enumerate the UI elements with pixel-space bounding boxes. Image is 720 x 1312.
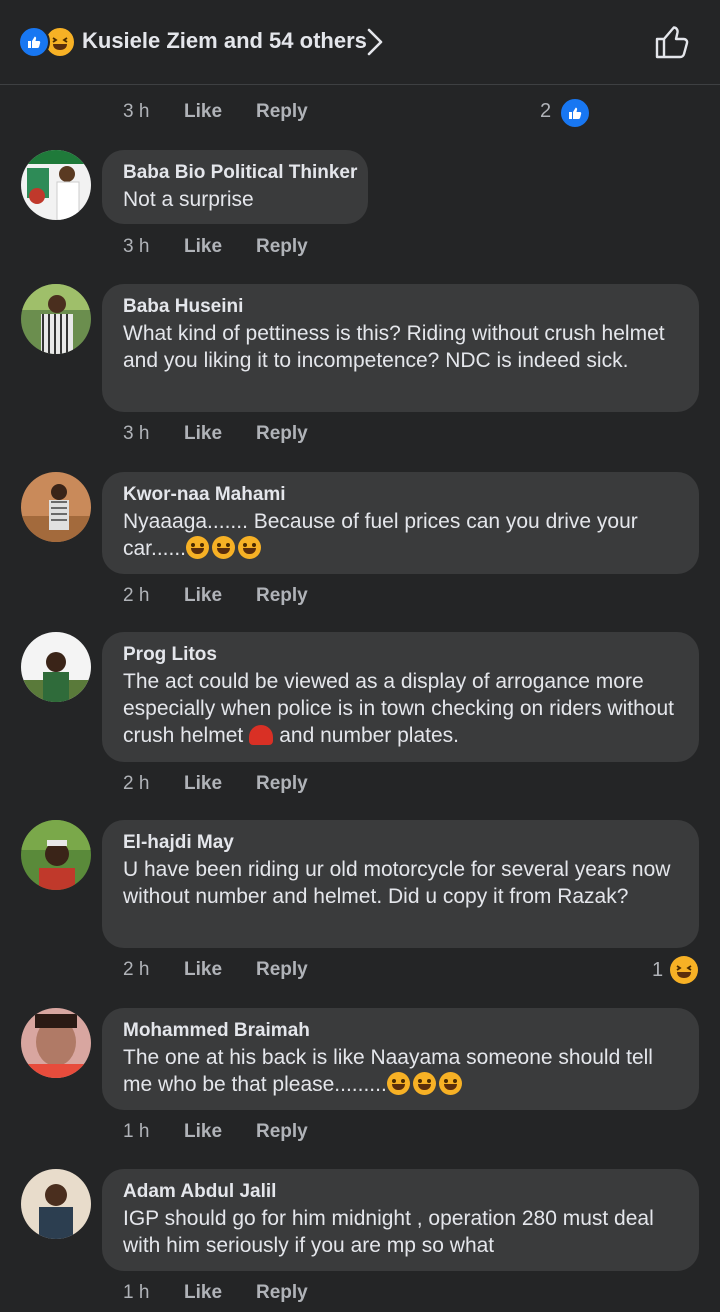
helmet-emoji	[249, 725, 274, 745]
comment-author[interactable]: Mohammed Braimah	[123, 1018, 679, 1044]
comment-author[interactable]: Baba Bio Political Thinker	[123, 160, 357, 186]
avatar[interactable]	[21, 1169, 91, 1239]
comment-author[interactable]: El-hajdi May	[123, 830, 679, 856]
reply-button[interactable]: Reply	[256, 1282, 308, 1304]
comment-time: 1 h	[123, 1121, 150, 1142]
comment-time: 2 h	[123, 959, 150, 980]
comment-author[interactable]: Prog Litos	[123, 642, 679, 668]
comment-text-tail: and number plates.	[279, 724, 460, 747]
thumbs-up-icon[interactable]	[654, 24, 692, 60]
like-button[interactable]: Like	[184, 1282, 222, 1304]
laughing-tears-emoji	[212, 536, 236, 559]
reply-button[interactable]: Reply	[256, 236, 308, 258]
comment-text: IGP should go for him midnight , operati…	[123, 1207, 654, 1257]
reaction-summary[interactable]	[18, 26, 76, 58]
like-button[interactable]: Like	[184, 959, 222, 981]
reply-button[interactable]: Reply	[256, 101, 308, 123]
reactions-header: Kusiele Ziem and 54 others	[0, 0, 720, 85]
grinning-emoji	[438, 1072, 462, 1095]
comment-bubble[interactable]: Baba Huseini What kind of pettiness is t…	[102, 284, 699, 412]
like-button[interactable]: Like	[184, 585, 222, 607]
comment-time: 1 h	[123, 1282, 150, 1303]
comment-text: Nyaaaga....... Because of fuel prices ca…	[123, 508, 679, 562]
comment-author[interactable]: Kwor-naa Mahami	[123, 482, 679, 508]
comment-time: 3 h	[123, 236, 150, 257]
laughing-tears-emoji	[186, 536, 210, 559]
reply-button[interactable]: Reply	[256, 423, 308, 445]
like-button[interactable]: Like	[184, 101, 222, 123]
like-button[interactable]: Like	[184, 423, 222, 445]
reply-button[interactable]: Reply	[256, 1121, 308, 1143]
comment-time: 3 h	[123, 423, 150, 444]
avatar[interactable]	[21, 472, 91, 542]
comment-text: The act could be viewed as a display of …	[123, 668, 679, 749]
like-button[interactable]: Like	[184, 1121, 222, 1143]
comment-bubble[interactable]: Mohammed Braimah The one at his back is …	[102, 1008, 699, 1110]
reactions-title[interactable]: Kusiele Ziem and 54 others	[82, 28, 367, 54]
comment-bubble[interactable]: El-hajdi May U have been riding ur old m…	[102, 820, 699, 948]
comment-text: Not a surprise	[123, 188, 254, 211]
comment-author[interactable]: Baba Huseini	[123, 294, 679, 320]
comment-time: 3 h	[123, 101, 150, 122]
avatar[interactable]	[21, 632, 91, 702]
avatar[interactable]	[21, 284, 91, 354]
like-icon	[18, 26, 50, 58]
avatar[interactable]	[21, 1008, 91, 1078]
comment-text: The one at his back is like Naayama some…	[123, 1044, 679, 1098]
comment-bubble[interactable]: Kwor-naa Mahami Nyaaaga....... Because o…	[102, 472, 699, 574]
reply-button[interactable]: Reply	[256, 585, 308, 607]
like-button[interactable]: Like	[184, 773, 222, 795]
avatar[interactable]	[21, 150, 91, 220]
comment-bubble[interactable]: Baba Bio Political Thinker Not a surpris…	[102, 150, 368, 224]
like-button[interactable]: Like	[184, 236, 222, 258]
like-icon	[559, 97, 591, 129]
comment-time: 2 h	[123, 585, 150, 606]
reaction-count[interactable]: 1	[652, 959, 663, 982]
grinning-emoji	[386, 1072, 410, 1095]
chevron-right-icon[interactable]	[364, 27, 386, 57]
reply-button[interactable]: Reply	[256, 959, 308, 981]
reaction-count[interactable]: 2	[540, 100, 551, 123]
avatar[interactable]	[21, 820, 91, 890]
comment-bubble[interactable]: Prog Litos The act could be viewed as a …	[102, 632, 699, 762]
comment-text: What kind of pettiness is this? Riding w…	[123, 322, 665, 372]
comment-time: 2 h	[123, 773, 150, 794]
comment-text: U have been riding ur old motorcycle for…	[123, 858, 671, 908]
grinning-emoji	[412, 1072, 436, 1095]
reply-button[interactable]: Reply	[256, 773, 308, 795]
haha-icon	[670, 956, 698, 984]
comment-author[interactable]: Adam Abdul Jalil	[123, 1179, 679, 1205]
laughing-tears-emoji	[238, 536, 262, 559]
comment-bubble[interactable]: Adam Abdul Jalil IGP should go for him m…	[102, 1169, 699, 1271]
